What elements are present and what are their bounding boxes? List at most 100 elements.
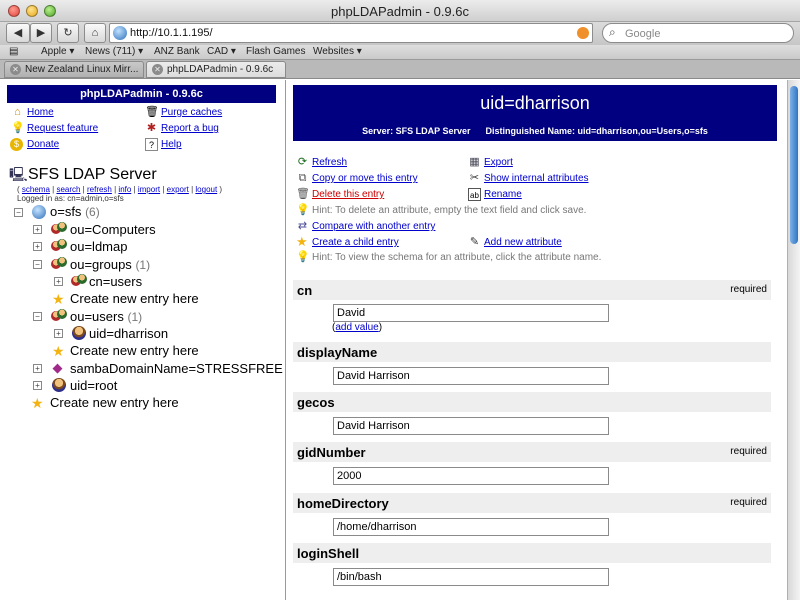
info-link[interactable]: info: [118, 185, 131, 194]
add-value-link[interactable]: add value: [335, 322, 378, 333]
create-child-link[interactable]: Create a child entry: [312, 237, 399, 248]
bookmark-flash-games[interactable]: Flash Games: [246, 46, 305, 57]
collapse-root-icon[interactable]: −: [14, 208, 23, 217]
report-bug-link[interactable]: Report a bug: [161, 123, 219, 134]
export-link[interactable]: Export: [484, 157, 513, 168]
home-icon: ⌂: [14, 106, 21, 118]
create-entry-groups-link[interactable]: Create new entry here: [70, 291, 199, 306]
tab-label: New Zealand Linux Mirr...: [25, 64, 139, 75]
lightbulb-icon: 💡: [11, 122, 25, 134]
rename-link[interactable]: Rename: [484, 189, 522, 200]
attribute-name[interactable]: displayName: [297, 345, 377, 360]
compare-link[interactable]: Compare with another entry: [312, 221, 435, 232]
attribute-name[interactable]: cn: [297, 283, 312, 298]
purge-caches-link[interactable]: Purge caches: [161, 107, 222, 118]
gecos-input[interactable]: [333, 417, 609, 435]
attribute-name[interactable]: gidNumber: [297, 445, 366, 460]
scrollbar-thumb[interactable]: [790, 86, 798, 244]
tab-nz-linux-mirror[interactable]: ✕ New Zealand Linux Mirr...: [4, 61, 144, 78]
tree-samba-domain[interactable]: sambaDomainName=STRESSFREE: [70, 361, 283, 376]
tree-root[interactable]: o=sfs (6): [50, 204, 100, 219]
window-title: phpLDAPadmin - 0.9.6c: [330, 4, 470, 19]
attribute-name[interactable]: homeDirectory: [297, 496, 389, 511]
expand-ldmap-icon[interactable]: +: [33, 242, 42, 251]
bookmark-apple[interactable]: Apple ▾: [41, 46, 74, 57]
right-scrollbar[interactable]: [787, 80, 800, 600]
tree-ou-computers[interactable]: ou=Computers: [70, 222, 156, 237]
trash-icon: 🗑: [145, 106, 159, 118]
tree-ou-ldmap[interactable]: ou=ldmap: [70, 239, 127, 254]
delete-entry-link[interactable]: Delete this entry: [312, 189, 384, 200]
tab-phpldapadmin[interactable]: ✕ phpLDAPadmin - 0.9.6c: [146, 61, 286, 78]
expand-samba-icon[interactable]: +: [33, 364, 42, 373]
schema-link[interactable]: schema: [22, 185, 50, 194]
logged-in-as: Logged in as: cn=admin,o=sfs: [17, 194, 124, 203]
export-icon: ▦: [469, 156, 480, 168]
tree-ou-users[interactable]: ou=users (1): [70, 309, 142, 324]
home-button[interactable]: ⌂: [84, 23, 106, 43]
create-entry-users-link[interactable]: Create new entry here: [70, 343, 199, 358]
user-icon: [52, 378, 66, 392]
homedirectory-input[interactable]: [333, 518, 609, 536]
group-icon: [71, 274, 87, 288]
compare-icon: ⇄: [297, 220, 308, 232]
loginshell-input[interactable]: [333, 568, 609, 586]
collapse-users-icon[interactable]: −: [33, 312, 42, 321]
search-link[interactable]: search: [56, 185, 80, 194]
attribute-name[interactable]: gecos: [297, 395, 335, 410]
url-text[interactable]: http://10.1.1.195/: [130, 27, 213, 39]
delete-icon: 🗑: [296, 188, 310, 200]
back-button[interactable]: ◀: [6, 23, 30, 43]
attribute-name[interactable]: loginShell: [297, 546, 359, 561]
group-icon: [51, 222, 67, 236]
server-label: Server: SFS LDAP Server: [362, 126, 471, 136]
browser-toolbar: ◀ ▶ ↻ ⌂ http://10.1.1.195/ ⌕ Google: [0, 22, 800, 45]
search-placeholder: Google: [625, 28, 661, 40]
create-entry-root-link[interactable]: Create new entry here: [50, 395, 179, 410]
export-tree-link[interactable]: export: [167, 185, 189, 194]
bookmark-news[interactable]: News (711) ▾: [85, 46, 143, 57]
reload-button[interactable]: ↻: [57, 23, 79, 43]
help-link[interactable]: Help: [161, 139, 182, 150]
tree-uid-root[interactable]: uid=root: [70, 378, 117, 393]
rename-icon: ab: [468, 188, 481, 201]
tools-icon: ✂: [469, 172, 480, 184]
search-box[interactable]: ⌕ Google: [602, 23, 794, 43]
attribute-row-gidnumber: gidNumber required: [293, 442, 771, 462]
tree-ou-groups[interactable]: ou=groups (1): [70, 257, 150, 272]
expand-computers-icon[interactable]: +: [33, 225, 42, 234]
lightbulb-icon: 💡: [296, 204, 310, 216]
request-feature-link[interactable]: Request feature: [27, 123, 98, 134]
forward-arrow-icon: ▶: [36, 27, 46, 39]
tree-uid-dharrison[interactable]: uid=dharrison: [89, 326, 168, 341]
collapse-groups-icon[interactable]: −: [33, 260, 42, 269]
close-tab-icon[interactable]: ✕: [152, 64, 163, 75]
star-icon: ★: [296, 234, 308, 249]
show-internal-link[interactable]: Show internal attributes: [484, 173, 589, 184]
add-attribute-link[interactable]: Add new attribute: [484, 237, 562, 248]
feed-icon[interactable]: [577, 27, 589, 39]
bookmarks-icon[interactable]: ▤: [9, 46, 18, 57]
expand-root-user-icon[interactable]: +: [33, 381, 42, 390]
url-bar[interactable]: http://10.1.1.195/: [109, 23, 593, 43]
expand-cn-users-icon[interactable]: +: [54, 277, 63, 286]
import-link[interactable]: import: [138, 185, 160, 194]
bookmark-anz-bank[interactable]: ANZ Bank: [154, 46, 200, 57]
displayname-input[interactable]: [333, 367, 609, 385]
refresh-tree-link[interactable]: refresh: [87, 185, 112, 194]
bookmark-websites[interactable]: Websites ▾: [313, 46, 362, 57]
home-link[interactable]: Home: [27, 107, 54, 118]
bookmark-cad[interactable]: CAD ▾: [207, 46, 236, 57]
forward-button[interactable]: ▶: [30, 23, 52, 43]
copy-move-link[interactable]: Copy or move this entry: [312, 173, 418, 184]
cn-input[interactable]: [333, 304, 609, 322]
domain-icon: ◆: [52, 360, 63, 375]
refresh-link[interactable]: Refresh: [312, 157, 347, 168]
close-tab-icon[interactable]: ✕: [10, 64, 21, 75]
tree-cn-users[interactable]: cn=users: [89, 274, 142, 289]
gidnumber-input[interactable]: [333, 467, 609, 485]
expand-dharrison-icon[interactable]: +: [54, 329, 63, 338]
donate-link[interactable]: Donate: [27, 139, 59, 150]
logout-link[interactable]: logout: [195, 185, 217, 194]
server-links: ( schema | search | refresh | info | imp…: [17, 185, 223, 194]
